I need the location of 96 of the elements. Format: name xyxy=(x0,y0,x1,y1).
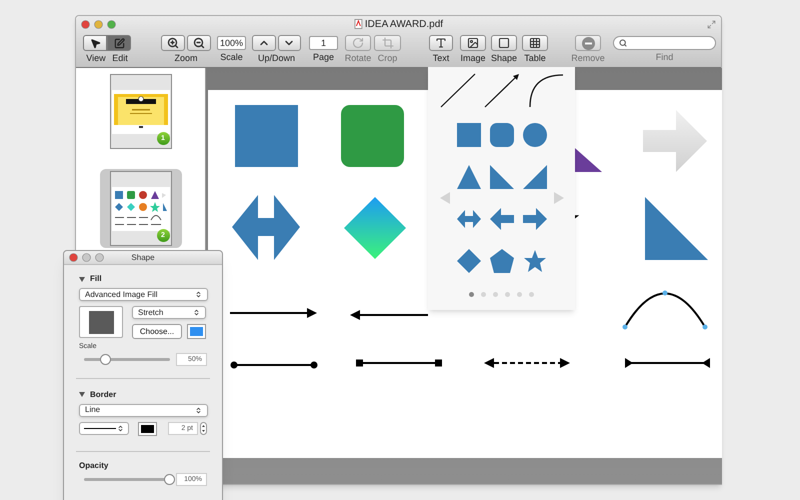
rounded-square-tool-icon[interactable] xyxy=(488,122,514,148)
diamond-tool-icon[interactable] xyxy=(456,248,482,274)
diamond-shape[interactable] xyxy=(344,197,406,259)
chevron-down-button[interactable] xyxy=(278,35,301,51)
search-icon xyxy=(619,39,627,47)
toolbar-field[interactable]: 1 xyxy=(309,36,338,50)
zoom-in-button[interactable] xyxy=(161,35,185,51)
zoom-out-icon xyxy=(193,37,205,49)
slider-thumb[interactable] xyxy=(100,354,112,364)
fill-mode-select[interactable]: Stretch xyxy=(132,306,206,319)
square-ended-line[interactable] xyxy=(356,360,442,366)
toolbar-label: Remove xyxy=(571,54,605,63)
remove-button[interactable] xyxy=(575,35,601,51)
image-button[interactable] xyxy=(460,35,486,51)
window-title: IDEA AWARD.pdf xyxy=(364,18,444,32)
line-tool-icon[interactable] xyxy=(440,73,476,108)
toolbar-field[interactable]: 100% xyxy=(217,36,246,50)
color-well[interactable] xyxy=(138,422,157,436)
chevron-up-button[interactable] xyxy=(252,35,276,51)
fullscreen-icon[interactable] xyxy=(707,20,716,28)
disclosure-triangle-icon[interactable] xyxy=(79,276,85,282)
color-well[interactable] xyxy=(187,324,206,339)
bar-ended-line[interactable] xyxy=(625,358,710,368)
toolbar-label: Rotate xyxy=(344,54,372,63)
updown-icon xyxy=(195,406,202,414)
toolbar-label: Text xyxy=(432,54,450,63)
close-icon[interactable] xyxy=(81,20,90,28)
zoom-icon[interactable] xyxy=(107,20,116,28)
pencil-icon xyxy=(114,38,124,48)
crop-icon xyxy=(382,37,394,49)
toolbar-label: Up/Down xyxy=(258,54,295,63)
image-icon xyxy=(467,37,479,49)
certificate-thumbnail xyxy=(114,94,168,130)
minus-circle-icon xyxy=(582,36,594,50)
toolbar-label: Shape xyxy=(490,54,518,63)
arrow-line[interactable] xyxy=(230,308,317,318)
toolbar-label: Image xyxy=(460,54,486,63)
right-triangle-tool-icon[interactable] xyxy=(488,164,514,190)
rotate-icon xyxy=(352,37,364,49)
toolbar-label: Scale xyxy=(220,53,243,62)
toolbar-label: Table xyxy=(524,54,546,63)
section-heading: Opacity xyxy=(79,460,110,472)
zoom-icon[interactable] xyxy=(95,253,104,262)
fill-type-select[interactable]: Advanced Image Fill xyxy=(79,288,208,301)
line-style-select[interactable] xyxy=(79,422,129,435)
rotate-button[interactable] xyxy=(345,35,371,51)
zoom-out-button[interactable] xyxy=(187,35,211,51)
arrow-line[interactable] xyxy=(350,310,428,320)
search-field[interactable] xyxy=(613,36,716,50)
pentagon-tool-icon[interactable] xyxy=(488,248,514,274)
right-triangle-tool-icon[interactable] xyxy=(522,164,548,190)
grid-button[interactable] xyxy=(522,35,548,51)
right-arrow-tool-icon[interactable] xyxy=(522,206,548,232)
arrow-tool-icon[interactable] xyxy=(484,73,520,108)
updown-icon xyxy=(195,291,202,298)
disclosure-triangle-icon[interactable] xyxy=(79,392,85,397)
slider-thumb[interactable] xyxy=(164,474,175,484)
image-preview[interactable] xyxy=(79,306,123,338)
toolbar-label: Edit xyxy=(112,54,128,63)
star-tool-icon[interactable] xyxy=(522,248,548,274)
toolbar-label: Crop xyxy=(378,54,398,63)
mode-button[interactable] xyxy=(83,35,107,51)
circle-tool-icon[interactable] xyxy=(522,122,548,148)
dashed-arrow-line[interactable] xyxy=(484,358,570,368)
text-icon xyxy=(435,37,447,49)
toolbar-label: Find xyxy=(656,53,674,62)
toolbar-label: View xyxy=(86,54,106,63)
crop-button[interactable] xyxy=(374,35,401,51)
toolbar-label: Zoom xyxy=(174,54,198,63)
pointer-icon xyxy=(90,38,100,48)
section-heading: Fill xyxy=(90,273,102,285)
choose-button[interactable]: Choose... xyxy=(132,324,182,339)
toolbar-label: Page xyxy=(312,53,334,62)
zoom-in-icon xyxy=(167,37,179,49)
pdf-file-icon xyxy=(354,19,362,29)
close-icon[interactable] xyxy=(69,253,78,262)
curve-tool-icon[interactable] xyxy=(528,73,564,108)
square-tool-icon[interactable] xyxy=(456,122,482,148)
updown-icon xyxy=(193,309,200,316)
grid-icon xyxy=(529,37,541,49)
right-triangle-shape[interactable] xyxy=(645,197,708,260)
stepper-icon[interactable] xyxy=(200,422,207,435)
updown-icon xyxy=(117,425,124,432)
panel-title: Shape xyxy=(131,252,155,264)
left-arrow-tool-icon[interactable] xyxy=(488,206,514,232)
double-arrow-shape[interactable] xyxy=(232,195,300,260)
section-heading: Border xyxy=(90,388,116,400)
border-type-select[interactable]: Line xyxy=(79,404,208,416)
square-button[interactable] xyxy=(491,35,517,51)
triangle-tool-icon[interactable] xyxy=(456,164,482,190)
dot-ended-line[interactable] xyxy=(230,362,318,368)
minimize-icon[interactable] xyxy=(82,253,91,262)
text-button[interactable] xyxy=(429,35,453,51)
minimize-icon[interactable] xyxy=(94,20,103,28)
curve-shape[interactable] xyxy=(622,290,708,330)
square-icon xyxy=(498,37,510,49)
